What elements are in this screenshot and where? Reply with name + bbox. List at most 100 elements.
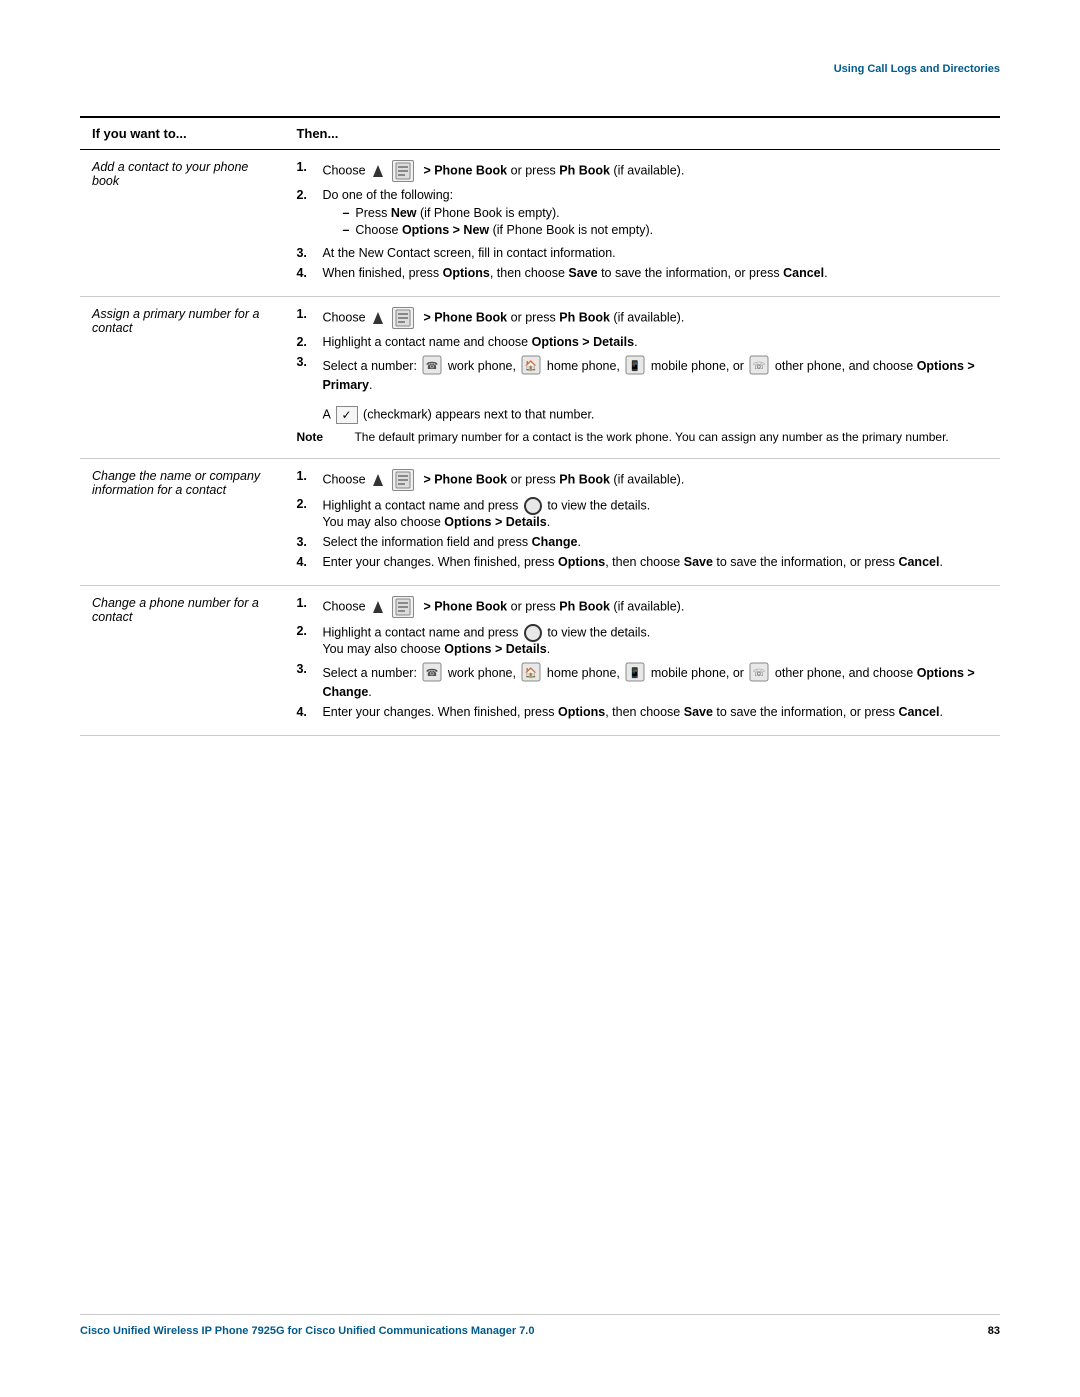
list-item: 3. Select a number: ☎ work phone, 🏠 bbox=[296, 355, 988, 424]
other-phone-icon: ☏ bbox=[749, 355, 769, 378]
step-content: Choose > Phone Book or press Ph Book (if… bbox=[322, 469, 988, 491]
mobile-phone-icon: 📱 bbox=[625, 662, 645, 685]
step-content: Enter your changes. When finished, press… bbox=[322, 555, 988, 569]
list-item: 4. Enter your changes. When finished, pr… bbox=[296, 705, 988, 719]
list-item: 3. Select a number: ☎ work phone, 🏠 bbox=[296, 662, 988, 699]
step-content: Choose > Phone Book or press Ph Book (if… bbox=[322, 596, 988, 618]
main-table: If you want to... Then... Add a contact … bbox=[80, 116, 1000, 736]
triangle-icon bbox=[371, 600, 385, 615]
phonebook-icon bbox=[392, 596, 414, 618]
svg-text:☎: ☎ bbox=[426, 361, 438, 372]
step-content: At the New Contact screen, fill in conta… bbox=[322, 246, 988, 260]
list-item: 2. Do one of the following: – Press New … bbox=[296, 188, 988, 240]
step-content: Highlight a contact name and choose Opti… bbox=[322, 335, 988, 349]
table-row: Add a contact to your phone book 1. Choo… bbox=[80, 150, 1000, 297]
footer-left-text: Cisco Unified Wireless IP Phone 7925G fo… bbox=[80, 1325, 534, 1337]
step-content: Highlight a contact name and press to vi… bbox=[322, 497, 988, 529]
step-content: Do one of the following: – Press New (if… bbox=[322, 188, 988, 240]
step-num: 2. bbox=[296, 497, 316, 511]
dash: – bbox=[342, 223, 349, 237]
phonebook-icon bbox=[392, 307, 414, 329]
row3-right: 1. Choose > Phone Book or press Ph Book … bbox=[284, 459, 1000, 586]
row1-left: Add a contact to your phone book bbox=[80, 150, 284, 297]
home-phone-icon: 🏠 bbox=[521, 355, 541, 378]
row4-left: Change a phone number for a contact bbox=[80, 586, 284, 736]
row3-left: Change the name or company information f… bbox=[80, 459, 284, 586]
svg-text:☏: ☏ bbox=[753, 361, 766, 372]
note-row: Note The default primary number for a co… bbox=[296, 430, 988, 444]
mobile-phone-icon: 📱 bbox=[625, 355, 645, 378]
other-phone-icon: ☏ bbox=[749, 662, 769, 685]
page-header-title: Using Call Logs and Directories bbox=[834, 63, 1000, 75]
work-phone-icon: ☎ bbox=[422, 662, 442, 685]
list-item: 2. Highlight a contact name and press to… bbox=[296, 497, 988, 529]
list-item: – Choose Options > New (if Phone Book is… bbox=[342, 223, 988, 237]
table-row: Change the name or company information f… bbox=[80, 459, 1000, 586]
step-num: 3. bbox=[296, 355, 316, 369]
list-item: – Press New (if Phone Book is empty). bbox=[342, 206, 988, 220]
step-content: Choose > Phone Book or press Ph Book (if… bbox=[322, 307, 988, 329]
svg-text:📱: 📱 bbox=[629, 359, 641, 372]
step-content: Select a number: ☎ work phone, 🏠 home ph… bbox=[322, 662, 988, 699]
triangle-icon bbox=[371, 311, 385, 326]
step-num: 1. bbox=[296, 160, 316, 174]
note-text: The default primary number for a contact… bbox=[354, 430, 988, 444]
step-num: 2. bbox=[296, 335, 316, 349]
svg-text:📱: 📱 bbox=[629, 666, 641, 679]
table-row: Change a phone number for a contact 1. C… bbox=[80, 586, 1000, 736]
step-content: Select the information field and press C… bbox=[322, 535, 988, 549]
svg-text:☏: ☏ bbox=[753, 668, 766, 679]
step-content: Select a number: ☎ work phone, 🏠 home ph… bbox=[322, 355, 988, 424]
list-item: 1. Choose > Phone Book or press Ph Book … bbox=[296, 160, 988, 182]
step-num: 2. bbox=[296, 188, 316, 202]
phonebook-icon bbox=[392, 469, 414, 491]
sub-item-text: Choose Options > New (if Phone Book is n… bbox=[355, 223, 653, 237]
row2-left: Assign a primary number for a contact bbox=[80, 297, 284, 459]
home-phone-icon: 🏠 bbox=[521, 662, 541, 685]
step-content: Choose > Phone Book or press Ph Book (if… bbox=[322, 160, 988, 182]
step-num: 1. bbox=[296, 596, 316, 610]
step-num: 1. bbox=[296, 469, 316, 483]
list-item: 3. At the New Contact screen, fill in co… bbox=[296, 246, 988, 260]
step-num: 1. bbox=[296, 307, 316, 321]
svg-text:🏠: 🏠 bbox=[525, 360, 537, 372]
triangle-icon bbox=[371, 473, 385, 488]
sub-item-text: Press New (if Phone Book is empty). bbox=[355, 206, 559, 220]
row2-right: 1. Choose > Phone Book or press Ph Book … bbox=[284, 297, 1000, 459]
step-num: 2. bbox=[296, 624, 316, 638]
triangle-icon bbox=[371, 164, 385, 179]
list-item: 1. Choose > Phone Book or press Ph Book … bbox=[296, 469, 988, 491]
step-num: 4. bbox=[296, 555, 316, 569]
footer-page-number: 83 bbox=[988, 1325, 1000, 1337]
list-item: 3. Select the information field and pres… bbox=[296, 535, 988, 549]
list-item: 4. When finished, press Options, then ch… bbox=[296, 266, 988, 280]
nav-icon bbox=[524, 497, 542, 515]
work-phone-icon: ☎ bbox=[422, 355, 442, 378]
table-row: Assign a primary number for a contact 1.… bbox=[80, 297, 1000, 459]
list-item: 1. Choose > Phone Book or press Ph Book … bbox=[296, 596, 988, 618]
step-num: 4. bbox=[296, 705, 316, 719]
list-item: 4. Enter your changes. When finished, pr… bbox=[296, 555, 988, 569]
svg-text:🏠: 🏠 bbox=[525, 667, 537, 679]
list-item: 1. Choose > Phone Book or press Ph Book … bbox=[296, 307, 988, 329]
page-header: Using Call Logs and Directories bbox=[80, 60, 1000, 76]
list-item: 2. Highlight a contact name and press to… bbox=[296, 624, 988, 656]
page-container: Using Call Logs and Directories If you w… bbox=[0, 0, 1080, 1397]
step-num: 4. bbox=[296, 266, 316, 280]
step-content: Highlight a contact name and press to vi… bbox=[322, 624, 988, 656]
dash: – bbox=[342, 206, 349, 220]
col1-header: If you want to... bbox=[80, 117, 284, 150]
page-footer: Cisco Unified Wireless IP Phone 7925G fo… bbox=[80, 1314, 1000, 1337]
col2-header: Then... bbox=[284, 117, 1000, 150]
note-label: Note bbox=[296, 430, 346, 444]
step-content: When finished, press Options, then choos… bbox=[322, 266, 988, 280]
svg-text:☎: ☎ bbox=[426, 668, 438, 679]
step-content: Enter your changes. When finished, press… bbox=[322, 705, 988, 719]
list-item: 2. Highlight a contact name and choose O… bbox=[296, 335, 988, 349]
step-num: 3. bbox=[296, 662, 316, 676]
checkmark-icon: ✓ bbox=[336, 406, 358, 424]
row4-right: 1. Choose > Phone Book or press Ph Book … bbox=[284, 586, 1000, 736]
phonebook-icon bbox=[392, 160, 414, 182]
step-num: 3. bbox=[296, 246, 316, 260]
nav-icon bbox=[524, 624, 542, 642]
